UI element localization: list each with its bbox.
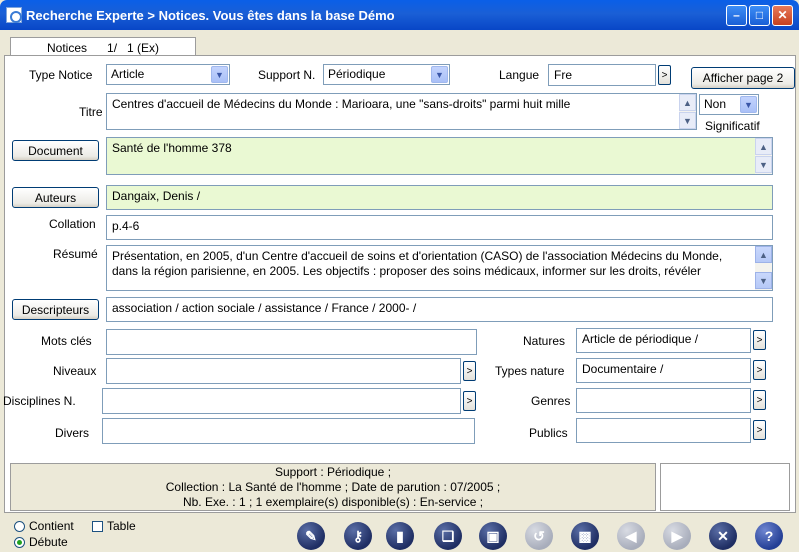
app-icon	[6, 7, 22, 23]
type-notice-value: Article	[111, 67, 145, 81]
natures-label: Natures	[523, 334, 566, 348]
collation-field[interactable]: p.4-6	[106, 215, 773, 240]
natures-field[interactable]: Article de périodique /	[576, 328, 751, 353]
close-window-button[interactable]: ✕	[772, 4, 793, 26]
contient-label: Contient	[29, 519, 74, 533]
table-label: Table	[107, 519, 136, 533]
maximize-button[interactable]: □	[749, 4, 770, 26]
support-value: Périodique	[328, 67, 386, 81]
prev-icon[interactable]: ◀	[617, 522, 645, 550]
langue-label: Langue	[499, 68, 540, 82]
book-icon[interactable]: ▮	[386, 522, 414, 550]
status-panel: Support : Périodique ; Collection : La S…	[10, 463, 656, 511]
resume-field[interactable]: Présentation, en 2005, d'un Centre d'acc…	[106, 245, 773, 291]
tab-label: Notices	[47, 40, 88, 55]
chevron-down-icon[interactable]: ▼	[740, 96, 757, 113]
edit-icon[interactable]: ✎	[297, 522, 325, 550]
langue-more-button[interactable]: >	[658, 65, 671, 85]
titre-field[interactable]: Centres d'accueil de Médecins du Monde :…	[106, 93, 697, 130]
document-field[interactable]: Santé de l'homme 378	[106, 137, 773, 175]
status-line-3: Nb. Exe. : 1 ; 1 exemplaire(s) disponibl…	[182, 495, 484, 509]
auteurs-button[interactable]: Auteurs	[12, 187, 99, 208]
close-icon[interactable]: ✕	[709, 522, 737, 550]
scroll-down-icon[interactable]: ▼	[679, 112, 696, 129]
resume-value: Présentation, en 2005, d'un Centre d'acc…	[112, 249, 723, 278]
genres-more-button[interactable]: >	[753, 390, 766, 410]
scroll-down-icon[interactable]: ▼	[755, 272, 772, 289]
support-select[interactable]: Périodique ▼	[323, 64, 450, 85]
collation-label: Collation	[49, 217, 96, 231]
copy-icon[interactable]: ❏	[434, 522, 462, 550]
table-checkbox[interactable]	[92, 520, 103, 532]
scroll-down-icon[interactable]: ▼	[755, 156, 772, 173]
status-side-panel	[660, 463, 790, 511]
status-line-1: Support : Périodique ;	[274, 465, 392, 479]
document-scrollbar[interactable]: ▲ ▼	[755, 138, 772, 174]
significatif-select[interactable]: Non ▼	[699, 94, 759, 115]
afficher-page-2-button[interactable]: Afficher page 2	[691, 67, 795, 89]
descripteurs-button[interactable]: Descripteurs	[12, 299, 99, 320]
disciplines-field[interactable]	[102, 388, 461, 414]
debute-option[interactable]: Débute	[14, 535, 68, 549]
niveaux-field[interactable]	[106, 358, 461, 384]
disciplines-label: Disciplines N.	[3, 394, 76, 408]
debute-label: Débute	[29, 535, 68, 549]
publics-field[interactable]	[576, 418, 751, 443]
chevron-down-icon[interactable]: ▼	[431, 66, 448, 83]
key-icon[interactable]: ⚷	[344, 522, 372, 550]
mots-cles-label: Mots clés	[41, 334, 92, 348]
titre-label: Titre	[79, 105, 103, 119]
document-value: Santé de l'homme 378	[112, 141, 232, 155]
status-line-2: Collection : La Santé de l'homme ; Date …	[165, 480, 501, 494]
support-label: Support N.	[258, 68, 316, 82]
types-nature-field[interactable]: Documentaire /	[576, 358, 751, 383]
titre-scrollbar[interactable]: ▲ ▼	[679, 94, 696, 129]
scroll-up-icon[interactable]: ▲	[755, 246, 772, 263]
mots-cles-field[interactable]	[106, 329, 477, 355]
resume-label: Résumé	[53, 247, 98, 261]
form-panel: Type Notice Article ▼ Support N. Périodi…	[3, 55, 796, 513]
trash-icon[interactable]: ▩	[571, 522, 599, 550]
chevron-down-icon[interactable]: ▼	[211, 66, 228, 83]
table-option[interactable]: Table	[92, 519, 136, 533]
help-icon[interactable]: ?	[755, 522, 783, 550]
publics-more-button[interactable]: >	[753, 420, 766, 440]
divers-label: Divers	[55, 426, 90, 440]
undo-icon[interactable]: ↺	[525, 522, 553, 550]
natures-more-button[interactable]: >	[753, 330, 766, 350]
contient-radio[interactable]	[14, 520, 25, 532]
langue-field[interactable]: Fre	[548, 64, 656, 86]
genres-field[interactable]	[576, 388, 751, 413]
window-title: Recherche Experte > Notices. Vous êtes d…	[26, 7, 395, 23]
debute-radio[interactable]	[14, 536, 25, 548]
significatif-value: Non	[704, 97, 727, 111]
genres-label: Genres	[531, 394, 571, 408]
niveaux-label: Niveaux	[53, 364, 97, 378]
types-nature-label: Types nature	[495, 364, 565, 378]
descripteurs-field[interactable]: association / action sociale / assistanc…	[106, 297, 773, 322]
tab-notices[interactable]: Notices 1/ 1 (Ex)	[10, 37, 196, 57]
save-icon[interactable]: ▣	[479, 522, 507, 550]
auteurs-field[interactable]: Dangaix, Denis /	[106, 185, 773, 210]
minimize-button[interactable]: –	[726, 4, 747, 26]
type-notice-select[interactable]: Article ▼	[106, 64, 230, 85]
next-icon[interactable]: ▶	[663, 522, 691, 550]
scroll-up-icon[interactable]: ▲	[755, 138, 772, 155]
types-nature-more-button[interactable]: >	[753, 360, 766, 380]
type-notice-label: Type Notice	[29, 68, 93, 82]
niveaux-more-button[interactable]: >	[463, 361, 476, 381]
titre-value: Centres d'accueil de Médecins du Monde :…	[112, 97, 571, 111]
publics-label: Publics	[529, 426, 568, 440]
document-button[interactable]: Document	[12, 140, 99, 161]
significatif-label: Significatif	[705, 119, 760, 133]
record-counter: 1/ 1 (Ex)	[107, 40, 160, 55]
disciplines-more-button[interactable]: >	[463, 391, 476, 411]
title-bar: Recherche Experte > Notices. Vous êtes d…	[0, 0, 799, 30]
contient-option[interactable]: Contient	[14, 519, 74, 533]
scroll-up-icon[interactable]: ▲	[679, 94, 696, 111]
resume-scrollbar[interactable]: ▲ ▼	[755, 246, 772, 290]
divers-field[interactable]	[102, 418, 475, 444]
tab-row: Notices 1/ 1 (Ex)	[0, 31, 799, 57]
